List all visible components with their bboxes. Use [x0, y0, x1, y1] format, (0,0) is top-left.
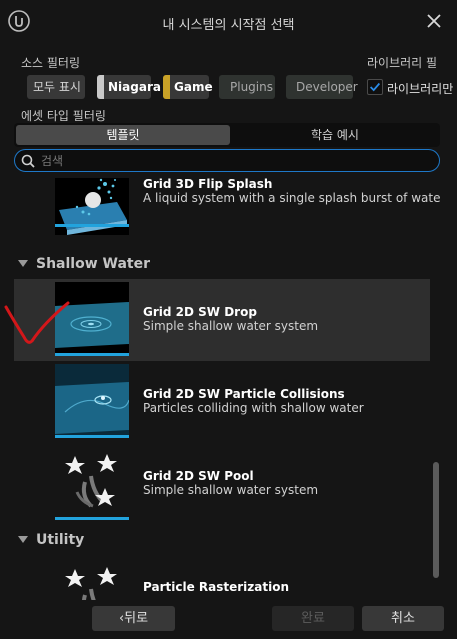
thumbnail-underline [55, 517, 129, 520]
chip-niagara[interactable]: Niagara [97, 75, 161, 99]
close-icon[interactable] [425, 12, 443, 30]
title-bar: 내 시스템의 시작점 선택 [0, 0, 457, 44]
niagara-system-wizard: 내 시스템의 시작점 선택 소스 필터링 라이브러리 필 모두 표시 Niaga… [0, 0, 457, 639]
stars-icon [55, 446, 129, 518]
water-drop-thumbnail [55, 282, 129, 354]
cancel-button[interactable]: 취소 [362, 606, 444, 631]
search-input[interactable] [41, 150, 431, 171]
item-description: Particles colliding with shallow water [143, 401, 364, 415]
stars-icon [55, 559, 129, 600]
chip-label: Developer [296, 80, 358, 94]
item-description: Simple shallow water system [143, 319, 319, 333]
library-filter-label: 라이브러리 필 [367, 56, 438, 70]
category-utility[interactable]: Utility [14, 527, 430, 553]
chip-color-bar [163, 75, 170, 99]
tab-learning-examples[interactable]: 학습 예시 [232, 125, 438, 145]
library-only-checkbox[interactable] [367, 79, 383, 95]
thumbnail-underline [55, 435, 129, 438]
chip-label: Plugins [230, 80, 273, 94]
back-button[interactable]: ‹뒤로 [92, 606, 175, 631]
chip-show-all[interactable]: 모두 표시 [27, 75, 85, 99]
source-filter-label: 소스 필터링 [21, 56, 81, 70]
water-collision-thumbnail [55, 364, 129, 436]
template-list: Grid 3D Flip Splash A liquid system with… [14, 178, 441, 600]
chip-plugins[interactable]: Plugins [219, 75, 275, 99]
search-box [14, 149, 440, 172]
chip-label: 모두 표시 [33, 80, 81, 94]
item-title: Grid 2D SW Drop [143, 305, 257, 319]
item-title: Grid 3D Flip Splash [143, 178, 273, 191]
list-item[interactable]: Grid 2D SW Particle Collisions Particles… [14, 361, 430, 443]
chip-game[interactable]: Game [163, 75, 213, 99]
category-shallow-water[interactable]: Shallow Water [14, 251, 430, 277]
scrollbar-thumb[interactable] [433, 462, 439, 578]
chip-label: Niagara [108, 80, 161, 94]
item-description: Simple shallow water system [143, 483, 319, 497]
list-item-selected[interactable]: Grid 2D SW Drop Simple shallow water sys… [14, 279, 430, 361]
list-item[interactable]: Grid 3D Flip Splash A liquid system with… [14, 178, 441, 244]
item-title: Grid 2D SW Pool [143, 469, 254, 483]
checkmark-icon [370, 82, 381, 92]
chip-color-bar [97, 75, 104, 99]
item-title: Particle Rasterization [143, 580, 289, 594]
asset-type-tabs: 템플릿 학습 예시 [14, 123, 440, 147]
item-description: A liquid system with a single splash bur… [143, 191, 441, 205]
category-label: Utility [36, 532, 85, 548]
item-title: Grid 2D SW Particle Collisions [143, 387, 345, 401]
category-label: Shallow Water [36, 256, 151, 272]
collapse-arrow-icon [18, 536, 28, 543]
chip-label: Game [174, 80, 213, 94]
chip-developer[interactable]: Developer [286, 75, 358, 99]
finish-button[interactable]: 완료 [272, 606, 354, 631]
search-icon [21, 154, 35, 168]
collapse-arrow-icon [18, 260, 28, 267]
library-only-label: 라이브러리만 [387, 82, 454, 96]
thumbnail-underline [55, 224, 129, 227]
thumbnail-underline [55, 353, 129, 356]
list-item[interactable]: Grid 2D SW Pool Simple shallow water sys… [14, 443, 430, 525]
asset-type-filter-label: 에셋 타입 필터링 [21, 109, 106, 123]
tab-templates[interactable]: 템플릿 [16, 125, 230, 145]
window-title: 내 시스템의 시작점 선택 [162, 18, 295, 33]
list-item[interactable]: Particle Rasterization [14, 556, 430, 600]
